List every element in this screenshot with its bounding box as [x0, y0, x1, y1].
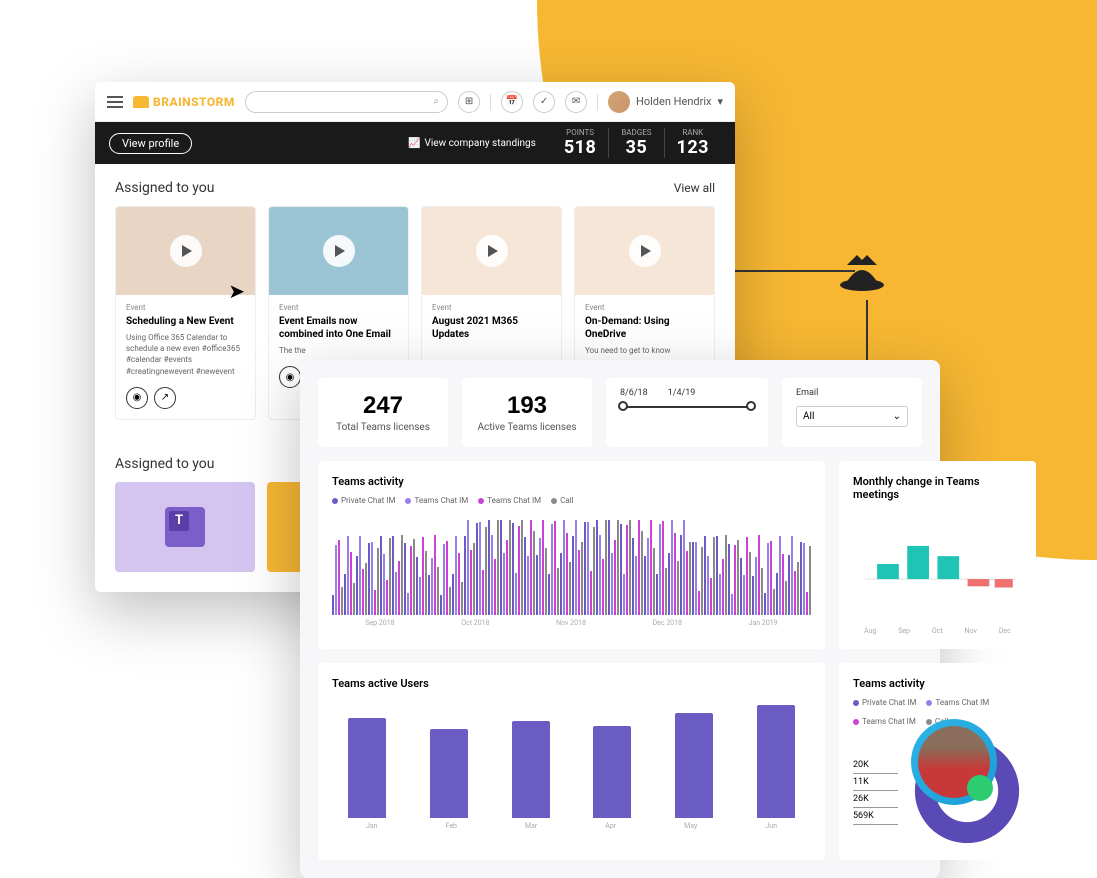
stats-bar: View profile 📈View company standings POI…	[95, 122, 735, 164]
slider-handle-start[interactable]	[618, 401, 628, 411]
teams-tile[interactable]	[115, 482, 255, 572]
mail-icon[interactable]: ✉	[565, 91, 587, 113]
brand-logo: BRAINSTORM	[133, 95, 235, 109]
view-standings-link[interactable]: 📈View company standings	[408, 138, 536, 149]
menu-icon[interactable]	[107, 96, 123, 108]
kpi-active-licenses: 193Active Teams licenses	[462, 378, 592, 447]
cursor-icon: ➤	[228, 279, 245, 303]
analytics-panel: 247Total Teams licenses 193Active Teams …	[300, 360, 940, 878]
bookmark-button[interactable]: ◉	[126, 387, 148, 409]
play-icon	[629, 235, 661, 267]
chevron-down-icon: ⌄	[893, 411, 901, 422]
teams-activity-chart: Teams activity Private Chat IMTeams Chat…	[318, 461, 825, 649]
chart-icon: 📈	[408, 138, 420, 149]
email-filter-select[interactable]: All⌄	[796, 406, 908, 427]
avatar	[608, 91, 630, 113]
play-icon	[476, 235, 508, 267]
calendar-icon[interactable]: 📅	[501, 91, 523, 113]
play-icon	[170, 235, 202, 267]
top-header: BRAINSTORM ⌕ ⊞ 📅 ✓ ✉ Holden Hendrix ▾	[95, 82, 735, 122]
play-icon	[323, 235, 355, 267]
bookmark-button[interactable]: ◉	[279, 366, 301, 388]
share-button[interactable]: ↗	[154, 387, 176, 409]
monthly-change-chart: Monthly change in Teams meetings AugSepO…	[839, 461, 1036, 649]
check-icon[interactable]: ✓	[533, 91, 555, 113]
view-all-link[interactable]: View all	[674, 181, 715, 195]
section-title: Assigned to you	[115, 456, 215, 472]
kpi-total-licenses: 247Total Teams licenses	[318, 378, 448, 447]
grid-icon[interactable]: ⊞	[458, 91, 480, 113]
view-profile-button[interactable]: View profile	[109, 133, 192, 154]
propeller-cap-icon	[827, 245, 897, 304]
user-menu[interactable]: Holden Hendrix ▾	[608, 91, 723, 113]
rank-value: 123	[677, 137, 709, 158]
slider-handle-end[interactable]	[746, 401, 756, 411]
section-title: Assigned to you	[115, 180, 215, 196]
active-users-chart: Teams active Users JanFebMarAprMayJun	[318, 663, 825, 860]
points-value: 518	[564, 137, 596, 158]
chevron-down-icon: ▾	[717, 95, 723, 108]
status-online-icon	[967, 775, 993, 801]
search-icon: ⌕	[433, 96, 439, 107]
teams-icon	[165, 507, 205, 547]
badges-value: 35	[621, 137, 651, 158]
date-range-slider[interactable]: 8/6/181/4/19	[606, 378, 768, 447]
search-input[interactable]: ⌕	[245, 91, 448, 113]
chat-avatar-badge[interactable]	[911, 719, 997, 805]
content-card[interactable]: ➤ EventScheduling a New EventUsing Offic…	[115, 206, 256, 420]
